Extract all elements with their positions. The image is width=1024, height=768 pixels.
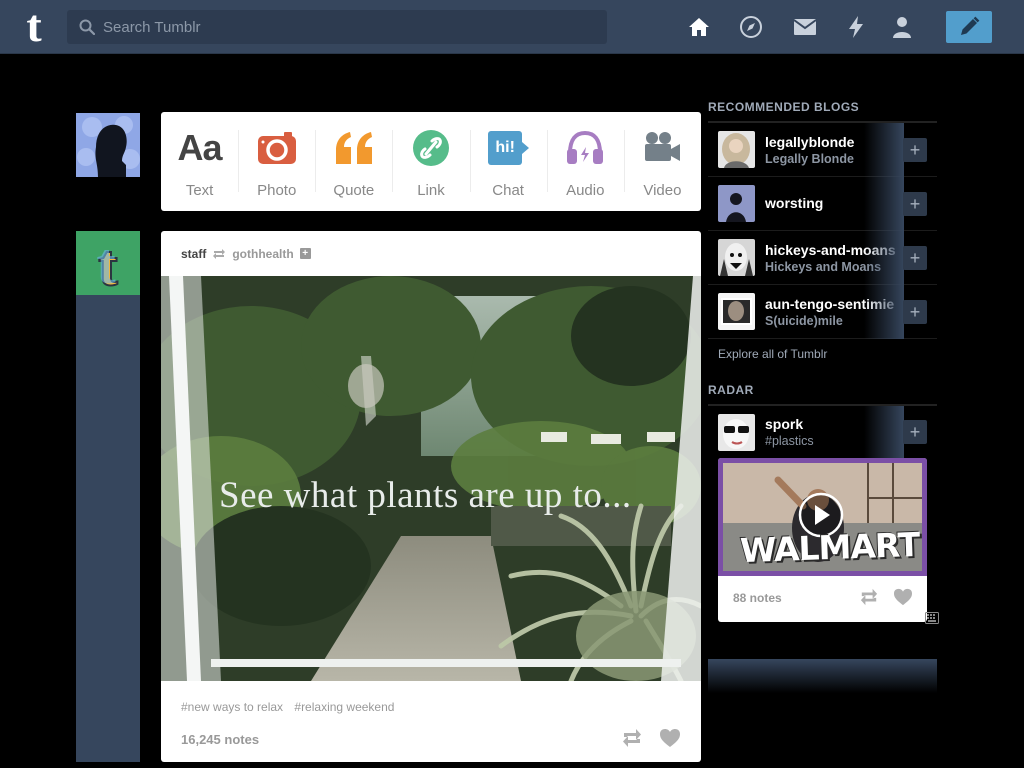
radar-post-card[interactable]: WALMART 88 notes	[718, 458, 927, 622]
blog-avatar[interactable]	[718, 413, 755, 451]
radar-notes-count[interactable]: 88 notes	[733, 591, 782, 605]
post-card: staff gothhealth + See what plants are u…	[161, 231, 701, 762]
post-type-label: Audio	[566, 182, 605, 199]
like-heart-icon[interactable]	[893, 588, 913, 606]
sidebar-footer-bar	[708, 659, 937, 693]
svg-text:t: t	[96, 231, 116, 295]
recommended-blog-row[interactable]: hickeys-and-moans Hickeys and Moans +	[708, 231, 937, 285]
post-type-label: Chat	[492, 182, 524, 199]
post-photo[interactable]: See what plants are up to...	[161, 276, 701, 681]
recommended-blogs-title: RECOMMENDED BLOGS	[708, 100, 937, 123]
post-type-link[interactable]: Link	[392, 112, 469, 211]
photo-caption: See what plants are up to...	[219, 475, 632, 516]
post-type-label: Text	[185, 182, 214, 199]
post-header: staff gothhealth +	[161, 231, 701, 276]
search-box[interactable]	[67, 10, 607, 44]
row-fade	[864, 231, 904, 285]
search-input[interactable]	[103, 18, 583, 36]
post-tags: #new ways to relax #relaxing weekend	[181, 700, 402, 714]
follow-button[interactable]: +	[903, 300, 927, 324]
post-type-bar: Aa Text Photo Quote Link hi! Chat Audio …	[161, 112, 701, 211]
like-heart-icon[interactable]	[659, 728, 681, 748]
row-fade	[864, 406, 904, 458]
activity-icon[interactable]	[843, 14, 869, 40]
radar-post-actions	[859, 588, 913, 606]
post-type-quote[interactable]: Quote	[315, 112, 392, 211]
text-icon: Aa	[177, 127, 223, 168]
post-type-text[interactable]: Aa Text	[161, 112, 238, 211]
post-type-photo[interactable]: Photo	[238, 112, 315, 211]
tag-link[interactable]: #new ways to relax	[181, 700, 283, 714]
post-rail	[76, 295, 140, 762]
follow-button[interactable]: +	[903, 138, 927, 162]
staff-avatar[interactable]: t t	[76, 231, 140, 299]
video-title-text: WALMART	[739, 524, 920, 571]
post-author[interactable]: staff	[181, 247, 206, 261]
follow-button[interactable]: +	[903, 246, 927, 270]
blog-avatar[interactable]	[718, 185, 755, 222]
post-type-video[interactable]: Video	[623, 112, 701, 211]
tag-link[interactable]: #relaxing weekend	[294, 700, 394, 714]
blog-avatar[interactable]	[718, 239, 755, 276]
reblogged-from[interactable]: gothhealth	[232, 247, 293, 261]
home-icon[interactable]	[686, 14, 712, 40]
explore-icon[interactable]	[738, 14, 764, 40]
post-notes-count[interactable]: 16,245 notes	[181, 732, 259, 747]
post-type-label: Video	[643, 182, 682, 199]
radar-video-thumbnail[interactable]: WALMART	[718, 458, 927, 576]
reblog-icon[interactable]	[621, 728, 643, 748]
headphones-icon	[566, 128, 604, 168]
blog-avatar[interactable]	[718, 293, 755, 330]
link-icon	[412, 128, 449, 168]
row-fade	[864, 285, 904, 339]
follow-button[interactable]: +	[903, 192, 927, 216]
quote-icon	[334, 128, 374, 168]
row-fade	[864, 123, 904, 177]
post-type-label: Quote	[333, 182, 375, 199]
tumblr-logo[interactable]: t	[14, 3, 54, 49]
account-icon[interactable]	[889, 14, 915, 40]
follow-plus-icon[interactable]: +	[299, 248, 311, 259]
row-fade	[864, 177, 904, 231]
user-avatar[interactable]	[76, 113, 140, 177]
video-camera-icon	[643, 128, 681, 168]
follow-button[interactable]: +	[903, 420, 927, 444]
reblog-icon	[213, 248, 226, 259]
search-icon	[79, 19, 95, 35]
post-actions	[621, 728, 681, 748]
post-type-chat[interactable]: hi! Chat	[469, 112, 547, 211]
post-type-label: Link	[417, 182, 445, 199]
radar-title: RADAR	[708, 383, 937, 406]
radar-blog-row[interactable]: spork #plastics +	[708, 406, 937, 458]
pencil-icon	[961, 16, 980, 35]
keyboard-shortcuts-icon[interactable]	[925, 611, 939, 629]
chat-icon: hi!	[488, 128, 530, 168]
right-sidebar: RECOMMENDED BLOGS legallyblonde Legally …	[708, 100, 937, 622]
post-type-label: Photo	[257, 182, 297, 199]
messages-icon[interactable]	[792, 14, 818, 40]
post-type-audio[interactable]: Audio	[546, 112, 624, 211]
recommended-blog-row[interactable]: legallyblonde Legally Blonde +	[708, 123, 937, 177]
tumblr-t-icon: t t	[76, 231, 140, 299]
reblog-icon[interactable]	[859, 588, 879, 606]
explore-link[interactable]: Explore all of Tumblr	[708, 339, 937, 383]
camera-icon	[257, 128, 296, 168]
recommended-blog-row[interactable]: aun-tengo-sentimie S(uicide)mile +	[708, 285, 937, 339]
silhouette-icon	[76, 113, 140, 177]
top-bar: t	[0, 0, 1024, 54]
compose-button[interactable]	[946, 11, 992, 43]
recommended-blog-row[interactable]: worsting +	[708, 177, 937, 231]
blog-avatar[interactable]	[718, 131, 755, 168]
